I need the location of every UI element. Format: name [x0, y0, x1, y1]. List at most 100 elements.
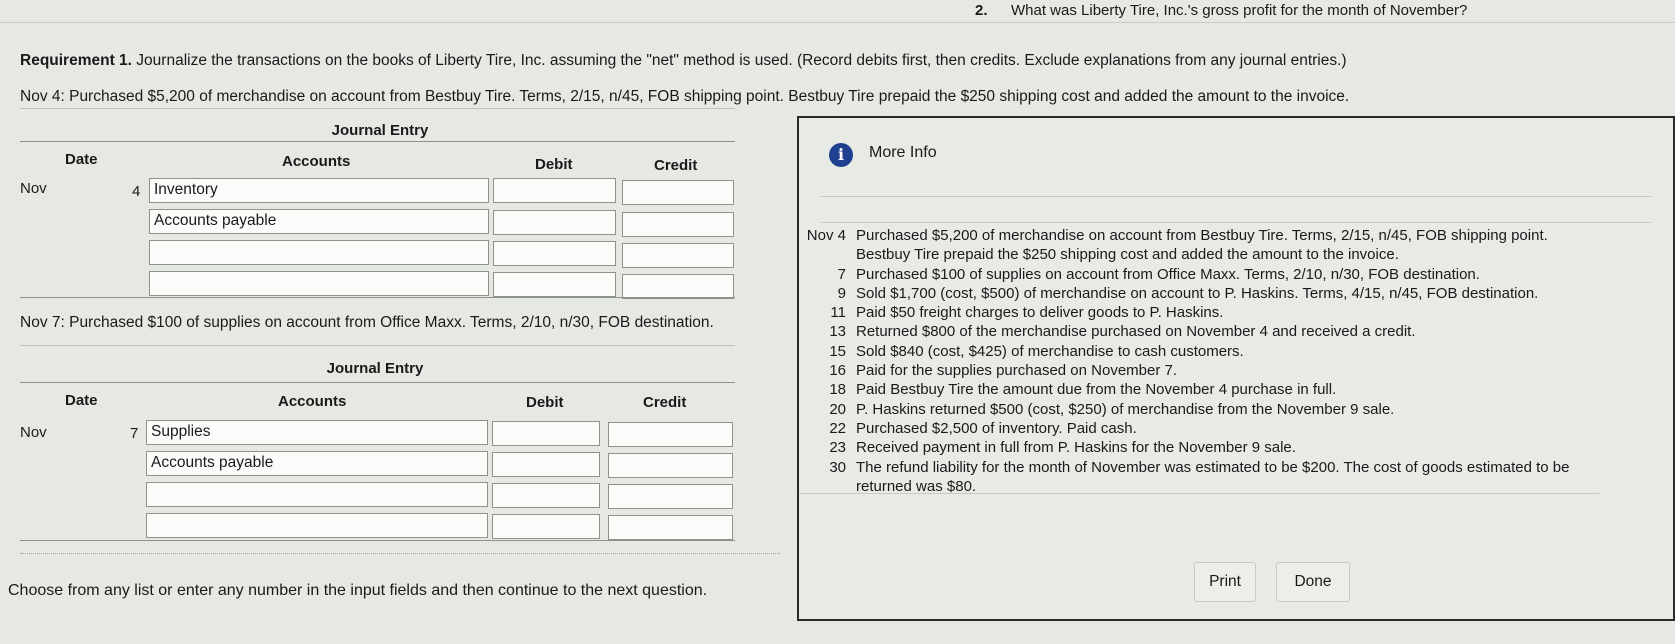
entry1-credit-field[interactable] — [622, 274, 734, 299]
entry1-credit-field[interactable] — [622, 212, 734, 237]
entry1-debit-field[interactable] — [493, 241, 616, 266]
divider — [0, 22, 1675, 23]
print-button[interactable]: Print — [1194, 562, 1256, 602]
info-icon: i — [829, 143, 853, 167]
transaction-day: 4 — [837, 227, 846, 244]
done-button[interactable]: Done — [1276, 562, 1350, 602]
divider — [821, 222, 1651, 223]
entry2-account-field[interactable] — [146, 482, 488, 507]
question-2: 2. What was Liberty Tire, Inc.'s gross pr… — [975, 2, 1467, 19]
entry2-header-debit: Debit — [526, 394, 564, 411]
transaction-day: 9 — [837, 284, 846, 302]
entry1-debit-field[interactable] — [493, 178, 616, 203]
transaction-text: P. Haskins returned $500 (cost, $250) of… — [856, 400, 1395, 418]
transaction-day: 7 — [837, 265, 846, 283]
transaction-day: 11 — [830, 304, 846, 322]
entry2-debit-field[interactable] — [492, 452, 600, 477]
list-item: 13 Returned $800 of the merchandise purc… — [799, 322, 1646, 341]
transaction-day: 15 — [829, 342, 846, 360]
transaction-day: 30 — [829, 458, 846, 476]
list-item: 7 Purchased $100 of supplies on account … — [799, 265, 1646, 284]
transaction-text: Paid for the supplies purchased on Novem… — [856, 362, 1178, 380]
entry2-debit-field[interactable] — [492, 514, 600, 539]
entry1-header-debit: Debit — [535, 156, 573, 173]
entry1-header-date: Date — [65, 151, 98, 168]
transaction-text: Returned $800 of the merchandise purchas… — [856, 323, 1416, 341]
divider — [20, 345, 735, 346]
month-label: Nov — [806, 227, 834, 244]
list-item: 18 Paid Bestbuy Tire the amount due from… — [799, 380, 1646, 399]
entry1-account-field[interactable]: Inventory — [149, 178, 489, 203]
divider — [20, 553, 780, 555]
entry2-intro: Nov 7: Purchased $100 of supplies on acc… — [20, 314, 714, 331]
list-item: 30 The refund liability for the month of… — [799, 458, 1646, 477]
transaction-text: Bestbuy Tire prepaid the $250 shipping c… — [856, 246, 1399, 264]
divider — [20, 141, 735, 142]
list-item: 11 Paid $50 freight charges to deliver g… — [799, 303, 1646, 322]
question-number: 2. — [975, 2, 988, 19]
entry2-account-field[interactable]: Accounts payable — [146, 451, 488, 476]
transaction-day: 20 — [829, 400, 846, 418]
requirement-label: Requirement 1. — [20, 52, 132, 69]
transaction-list: Nov 4 Purchased $5,200 of merchandise on… — [799, 226, 1646, 496]
transaction-day: 16 — [829, 362, 846, 380]
entry1-account-field[interactable] — [149, 271, 489, 296]
transaction-day: 18 — [829, 381, 846, 399]
entry1-header-credit: Credit — [654, 157, 698, 174]
entry2-debit-field[interactable] — [492, 483, 600, 508]
entry2-month: Nov — [20, 424, 47, 441]
transaction-text: Received payment in full from P. Haskins… — [856, 439, 1296, 457]
list-item: Bestbuy Tire prepaid the $250 shipping c… — [799, 245, 1646, 264]
entry1-account-field[interactable]: Accounts payable — [149, 209, 489, 234]
question-text: What was Liberty Tire, Inc.'s gross prof… — [1011, 2, 1468, 19]
divider — [20, 108, 735, 109]
divider — [20, 382, 735, 383]
transaction-text: Sold $1,700 (cost, $500) of merchandise … — [856, 284, 1539, 302]
entry1-intro: Nov 4: Purchased $5,200 of merchandise o… — [20, 88, 1350, 105]
entry2-header-accounts: Accounts — [278, 393, 347, 410]
entry1-credit-field[interactable] — [622, 243, 734, 268]
entry1-debit-field[interactable] — [493, 272, 616, 297]
entry1-month: Nov — [20, 180, 47, 197]
divider — [20, 540, 735, 541]
entry2-account-field[interactable]: Supplies — [146, 420, 488, 445]
requirement-text: Journalize the transactions on the books… — [136, 52, 1347, 69]
transaction-text: Paid $50 freight charges to deliver good… — [856, 304, 1224, 322]
list-item: 16 Paid for the supplies purchased on No… — [799, 361, 1646, 380]
list-item: 9 Sold $1,700 (cost, $500) of merchandis… — [799, 284, 1646, 303]
entry2-credit-field[interactable] — [608, 453, 733, 478]
entry1-account-field[interactable] — [149, 240, 489, 265]
transaction-day: 13 — [829, 323, 846, 341]
list-item: 23 Received payment in full from P. Hask… — [799, 438, 1646, 457]
entry1-title: Journal Entry — [331, 122, 429, 139]
entry1-debit-field[interactable] — [493, 210, 616, 235]
dialog-title: More Info — [869, 144, 937, 161]
more-info-dialog: i More Info Nov 4 Purchased $5,200 of me… — [797, 116, 1675, 621]
transaction-text: Sold $840 (cost, $425) of merchandise to… — [856, 342, 1244, 360]
entry2-account-field[interactable] — [146, 513, 488, 538]
transaction-text: Purchased $2,500 of inventory. Paid cash… — [856, 419, 1137, 437]
entry2-credit-field[interactable] — [608, 484, 733, 509]
divider — [799, 493, 1599, 494]
entry2-title: Journal Entry — [326, 360, 424, 377]
transaction-text: The refund liability for the month of No… — [856, 458, 1570, 476]
transaction-text: Purchased $5,200 of merchandise on accou… — [856, 227, 1548, 244]
transaction-text: Paid Bestbuy Tire the amount due from th… — [856, 381, 1337, 399]
transaction-day: 23 — [829, 439, 846, 457]
instruction-text: Choose from any list or enter any number… — [8, 582, 708, 599]
entry1-credit-field[interactable] — [622, 180, 734, 205]
divider — [20, 297, 735, 298]
entry2-credit-field[interactable] — [608, 515, 733, 540]
list-item: Nov 4 Purchased $5,200 of merchandise on… — [799, 226, 1646, 245]
list-item: 22 Purchased $2,500 of inventory. Paid c… — [799, 419, 1646, 438]
entry2-credit-field[interactable] — [608, 422, 733, 447]
entry2-header-date: Date — [65, 392, 98, 409]
divider — [821, 196, 1651, 197]
entry2-day: 7 — [130, 425, 139, 442]
transaction-day — [799, 245, 856, 264]
entry2-debit-field[interactable] — [492, 421, 600, 446]
list-item: 15 Sold $840 (cost, $425) of merchandise… — [799, 342, 1646, 361]
transaction-day: 22 — [829, 419, 846, 437]
entry2-header-credit: Credit — [643, 394, 687, 411]
entry1-day: 4 — [132, 183, 141, 200]
